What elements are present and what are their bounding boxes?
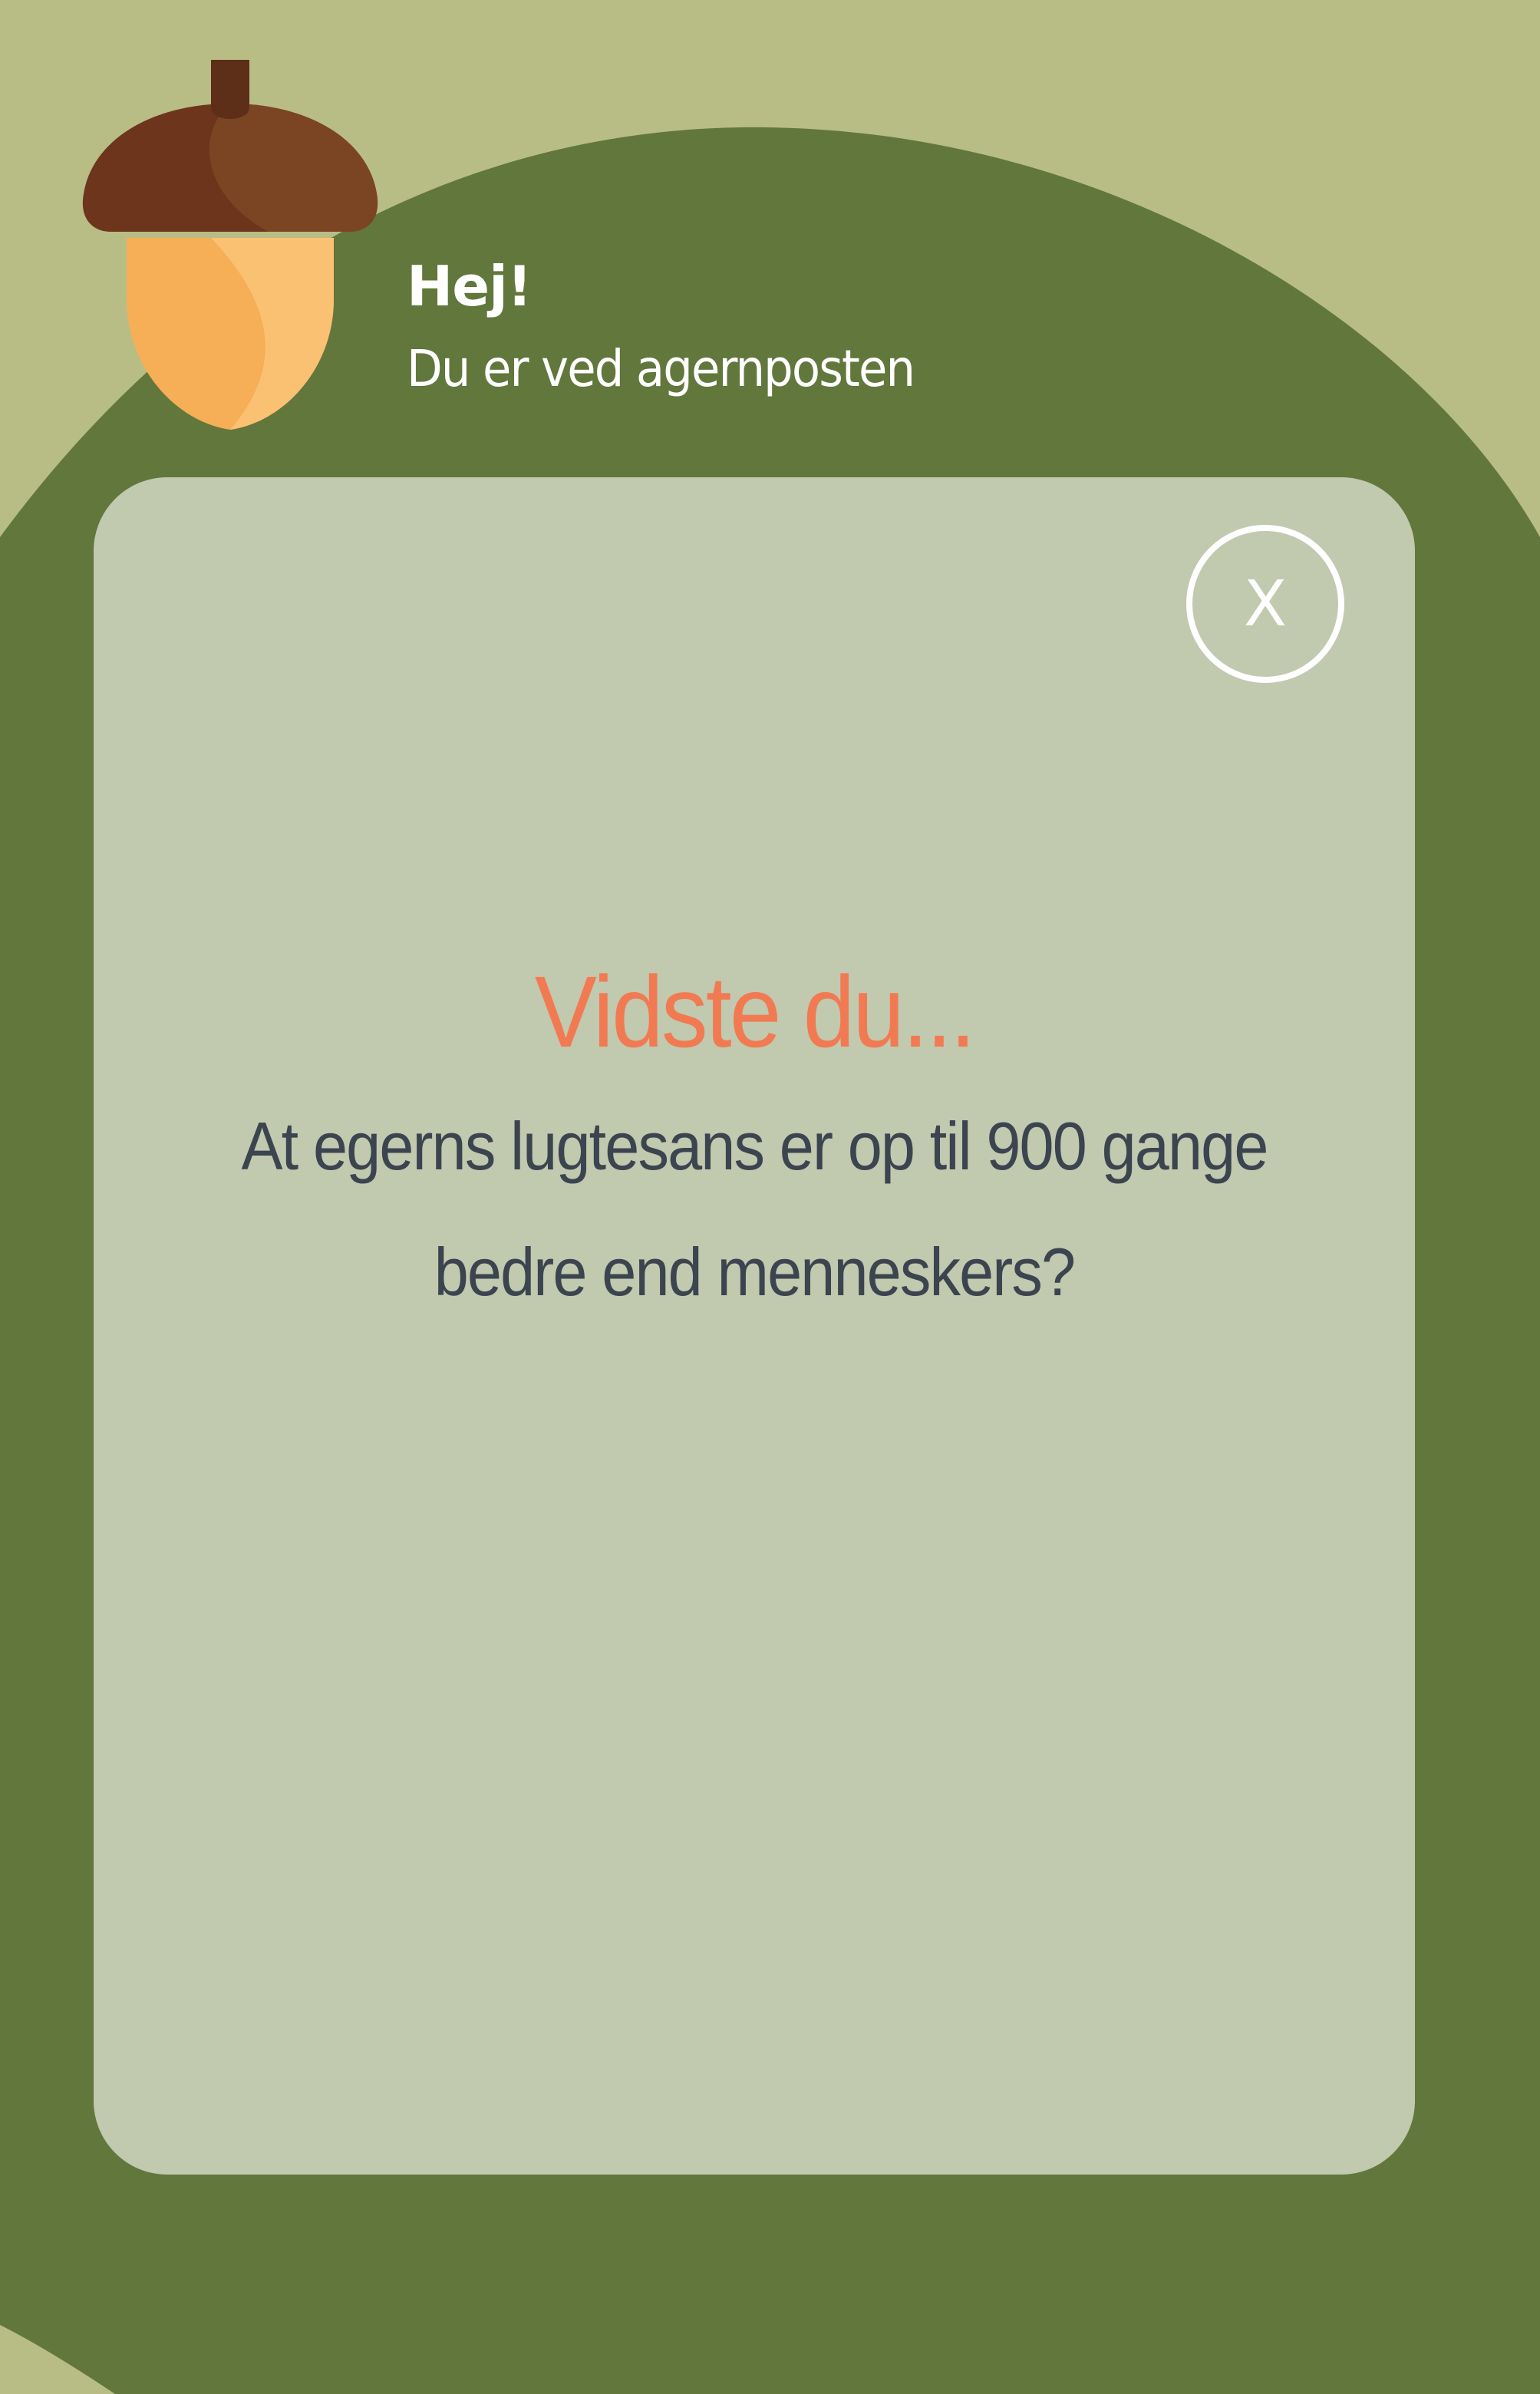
greeting: Hej! Du er ved agernposten <box>407 253 958 402</box>
fact-card: X Vidste du... At egerns lugtesans er op… <box>94 477 1415 2175</box>
fact-content: Vidste du... At egerns lugtesans er op t… <box>140 951 1369 1335</box>
fact-text-line-2: bedre end menneskers? <box>434 1234 1076 1311</box>
close-label: X <box>1243 567 1288 641</box>
fact-text-line-1: At egerns lugtesans er op til 900 gange <box>241 1108 1268 1185</box>
fact-title: Vidste du... <box>534 955 976 1068</box>
acorn-icon <box>82 60 378 430</box>
greeting-title: Hej! <box>407 254 533 318</box>
close-button[interactable]: X <box>1186 525 1344 683</box>
fact-text: At egerns lugtesans er op til 900 gange … <box>189 1083 1320 1335</box>
location-text: Du er ved agernposten <box>407 339 915 399</box>
